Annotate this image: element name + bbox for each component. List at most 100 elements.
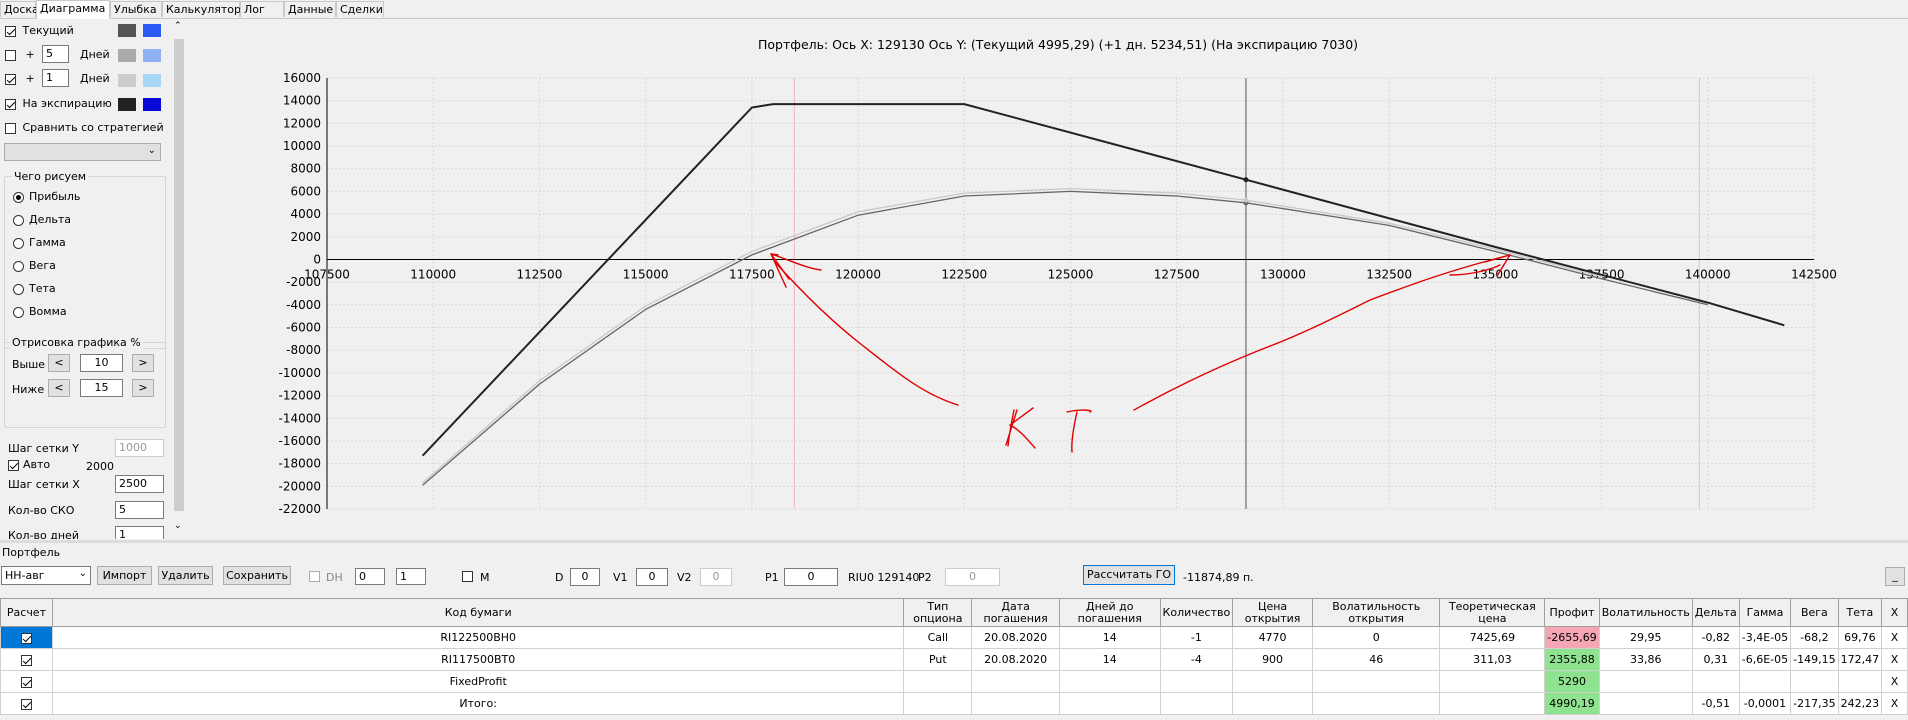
cell-theta: 242,23	[1837, 692, 1883, 715]
row-checkbox[interactable]	[20, 698, 32, 710]
remove-row-button[interactable]: X	[1881, 670, 1908, 693]
positions-table: Расчет Код бумаги Тип опциона Дата погаш…	[0, 598, 1908, 715]
y-tick-label: -10000	[278, 366, 321, 380]
cell-gamma	[1738, 670, 1792, 693]
cell-open-vol[interactable]: 0	[1311, 626, 1441, 649]
delete-button[interactable]: Удалить	[158, 566, 213, 585]
calc-cell[interactable]	[0, 692, 53, 715]
series-line	[422, 187, 1602, 484]
col-header[interactable]: Количество	[1159, 598, 1234, 627]
minimize-panel-button[interactable]: _	[1885, 567, 1905, 586]
v1-input[interactable]: 0	[636, 568, 668, 586]
calc-cell[interactable]	[0, 626, 53, 649]
cell-code: RI122500BH0	[51, 626, 905, 649]
cell-gamma: -3,4E-05	[1738, 626, 1792, 649]
y-tick-label: -20000	[278, 479, 321, 493]
table-row[interactable]: FixedProfit 5290 X	[0, 670, 1908, 693]
cell-open-vol[interactable]: 46	[1311, 648, 1441, 671]
portfolio-panel: Портфель НН-авг ⌄ Импорт Удалить Сохрани…	[0, 540, 1908, 720]
dh-label: DH	[326, 571, 343, 584]
col-header[interactable]: Расчет	[0, 598, 53, 627]
cell-qty[interactable]: -4	[1159, 648, 1234, 671]
cell-qty[interactable]: -1	[1159, 626, 1234, 649]
cell-code: FixedProfit	[51, 670, 905, 693]
cell-profit: 2355,88	[1544, 648, 1600, 671]
col-header[interactable]: Волатильность	[1598, 598, 1693, 627]
current-point-marker	[1243, 177, 1249, 183]
y-tick-label: -8000	[286, 343, 321, 357]
cell-open-price[interactable]: 4770	[1232, 626, 1313, 649]
cell-days: 14	[1058, 648, 1161, 671]
current-point-marker	[1243, 197, 1249, 203]
d-label: D	[555, 571, 564, 584]
col-header[interactable]: Гамма	[1738, 598, 1792, 627]
v2-input[interactable]: 0	[700, 568, 732, 586]
col-header[interactable]: Цена открытия	[1232, 598, 1313, 627]
dh-checkbox[interactable]	[309, 571, 320, 582]
y-tick-label: 4000	[290, 207, 321, 221]
col-header[interactable]: Код бумаги	[51, 598, 905, 627]
table-row[interactable]: RI122500BH0 Call 20.08.2020 14 -1 4770 0…	[0, 626, 1908, 649]
cell-theo	[1439, 692, 1546, 715]
col-header[interactable]: Дата погашения	[971, 598, 1060, 627]
remove-row-button[interactable]: X	[1881, 626, 1908, 649]
portfolio-select-value: НН-авг	[5, 569, 45, 582]
col-header[interactable]: Дельта	[1691, 598, 1740, 627]
cell-type: Put	[903, 648, 973, 671]
dh-spin-1[interactable]: 0	[355, 568, 385, 585]
remove-row-button[interactable]: X	[1881, 692, 1908, 715]
y-tick-label: -22000	[278, 502, 321, 516]
calc-cell[interactable]	[0, 670, 53, 693]
p1-input[interactable]: 0	[784, 568, 838, 586]
cell-open-price[interactable]: 900	[1232, 648, 1313, 671]
portfolio-select[interactable]: НН-авг ⌄	[1, 566, 91, 585]
cell-gamma: -6,6E-05	[1738, 648, 1792, 671]
col-header[interactable]: Тип опциона	[903, 598, 973, 627]
y-tick-label: -6000	[286, 321, 321, 335]
cell-profit: -2655,69	[1544, 626, 1600, 649]
row-checkbox[interactable]	[20, 654, 32, 666]
col-header[interactable]: Волатильность открытия	[1311, 598, 1441, 627]
m-checkbox[interactable]	[462, 571, 473, 582]
dh-spin-2[interactable]: 1	[396, 568, 426, 585]
row-checkbox[interactable]	[20, 632, 32, 644]
table-row[interactable]: Итого: 4990,19 -0,51 -0,0001 -217,35 242…	[0, 692, 1908, 715]
col-header[interactable]: Профит	[1544, 598, 1600, 627]
import-button[interactable]: Импорт	[97, 566, 152, 585]
p2-input[interactable]: 0	[945, 568, 1000, 586]
payoff-chart: 16000 14000 12000 10000 8000 6000 4000 2000 0 -20…	[278, 71, 1836, 516]
calc-go-button[interactable]: Рассчитать ГО	[1083, 565, 1175, 585]
m-label: M	[480, 571, 490, 584]
remove-row-button[interactable]: X	[1881, 648, 1908, 671]
x-tick-label: 125000	[1048, 267, 1094, 281]
x-tick-label: 127500	[1154, 267, 1200, 281]
cell-vol: 29,95	[1598, 626, 1693, 649]
col-header[interactable]: Тета	[1837, 598, 1883, 627]
x-tick-label: 110000	[410, 267, 456, 281]
row-checkbox[interactable]	[20, 676, 32, 688]
hand-drawn-annotation	[1005, 407, 1036, 449]
x-tick-label: 130000	[1260, 267, 1306, 281]
d-input[interactable]: 0	[570, 568, 600, 586]
save-button[interactable]: Сохранить	[223, 566, 291, 585]
cell-qty	[1159, 670, 1234, 693]
calc-cell[interactable]	[0, 648, 53, 671]
cell-vol	[1598, 670, 1693, 693]
col-header[interactable]: Дней до погашения	[1058, 598, 1161, 627]
x-tick-label: 117500	[729, 267, 775, 281]
cell-vol: 33,86	[1598, 648, 1693, 671]
cell-theta	[1837, 670, 1883, 693]
go-value: -11874,89 п.	[1183, 571, 1254, 584]
x-tick-label: 107500	[304, 267, 350, 281]
col-header[interactable]: Теоретическая цена	[1439, 598, 1546, 627]
table-row[interactable]: RI117500BT0 Put 20.08.2020 14 -4 900 46 …	[0, 648, 1908, 671]
cell-vega: -217,35	[1790, 692, 1839, 715]
cell-open-vol	[1311, 670, 1441, 693]
cell-vega: -68,2	[1790, 626, 1839, 649]
cell-theo	[1439, 670, 1546, 693]
col-header[interactable]: X	[1881, 598, 1908, 627]
x-tick-label: 120000	[835, 267, 881, 281]
x-tick-label: 112500	[517, 267, 563, 281]
cell-theo: 311,03	[1439, 648, 1546, 671]
col-header[interactable]: Вега	[1790, 598, 1839, 627]
